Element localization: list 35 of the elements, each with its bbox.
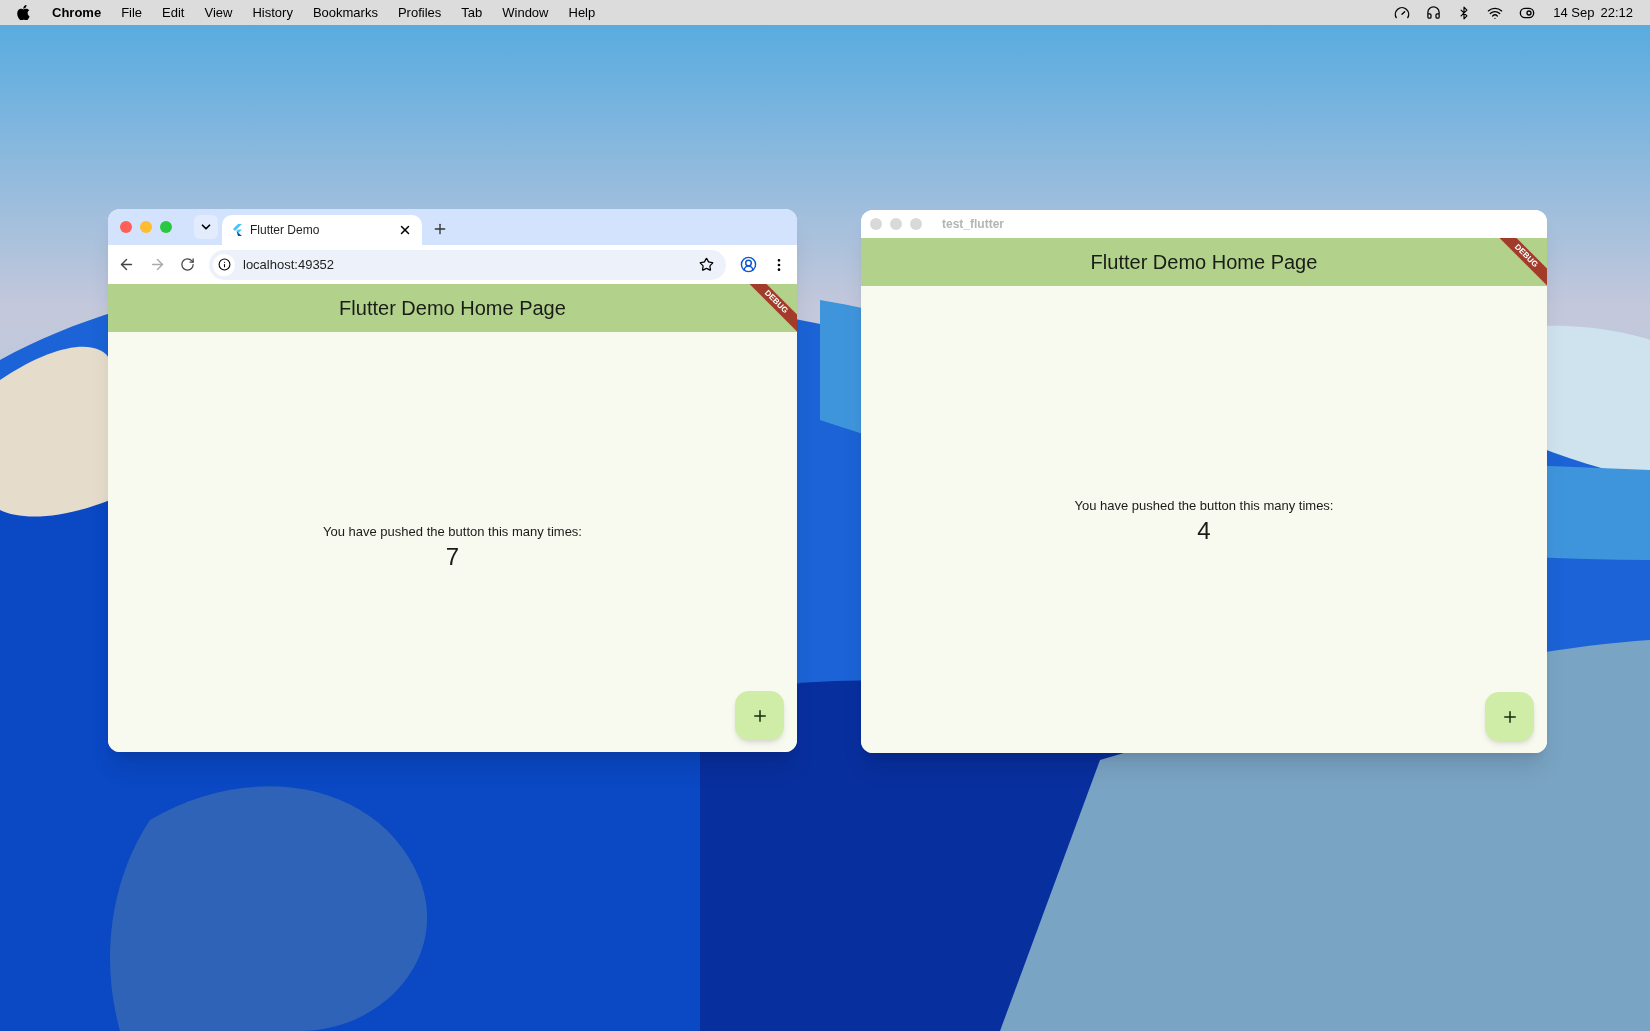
counter-message: You have pushed the button this many times: (323, 523, 582, 541)
reload-icon[interactable] (180, 257, 195, 272)
menu-item[interactable]: Window (502, 2, 549, 23)
flutter-logo-icon (232, 224, 242, 236)
tab-search-button[interactable] (194, 215, 218, 239)
status-gauge-icon[interactable] (1394, 4, 1411, 21)
tab-title: Flutter Demo (250, 222, 320, 239)
window-title: test_flutter (942, 216, 1004, 233)
close-tab-icon[interactable] (398, 223, 412, 237)
menu-item[interactable]: File (121, 2, 143, 23)
menu-item[interactable]: Help (568, 2, 596, 23)
address-text: localhost:49352 (243, 255, 335, 274)
menu-item[interactable]: Chrome (52, 2, 102, 23)
new-tab-icon[interactable] (432, 221, 448, 237)
clock-date[interactable]: 14 Sep (1553, 2, 1595, 23)
menu-item[interactable]: History (252, 2, 293, 23)
app-bar-title: Flutter Demo Home Page (1090, 250, 1318, 275)
profile-icon[interactable] (740, 256, 757, 273)
counter-value: 4 (1197, 515, 1211, 546)
menu-item[interactable]: View (204, 2, 233, 23)
menu-item[interactable]: Tab (461, 2, 483, 23)
headphones-icon[interactable] (1426, 5, 1442, 20)
menu-item[interactable]: Edit (162, 2, 185, 23)
site-info-icon[interactable] (213, 253, 235, 276)
menu-item[interactable]: Profiles (397, 2, 442, 23)
bookmark-star-icon[interactable] (699, 257, 714, 272)
clock-time[interactable]: 22:12 (1600, 2, 1633, 23)
menu-item[interactable]: Bookmarks (312, 2, 378, 23)
counter-message: You have pushed the button this many times: (1074, 497, 1334, 515)
browser-tab[interactable]: Flutter Demo (222, 215, 422, 245)
counter-value: 7 (445, 541, 460, 572)
back-icon[interactable] (118, 256, 135, 273)
apple-logo-icon[interactable] (17, 5, 30, 20)
app-bar-title: Flutter Demo Home Page (339, 296, 566, 321)
address-bar[interactable]: localhost:49352 (209, 249, 726, 280)
